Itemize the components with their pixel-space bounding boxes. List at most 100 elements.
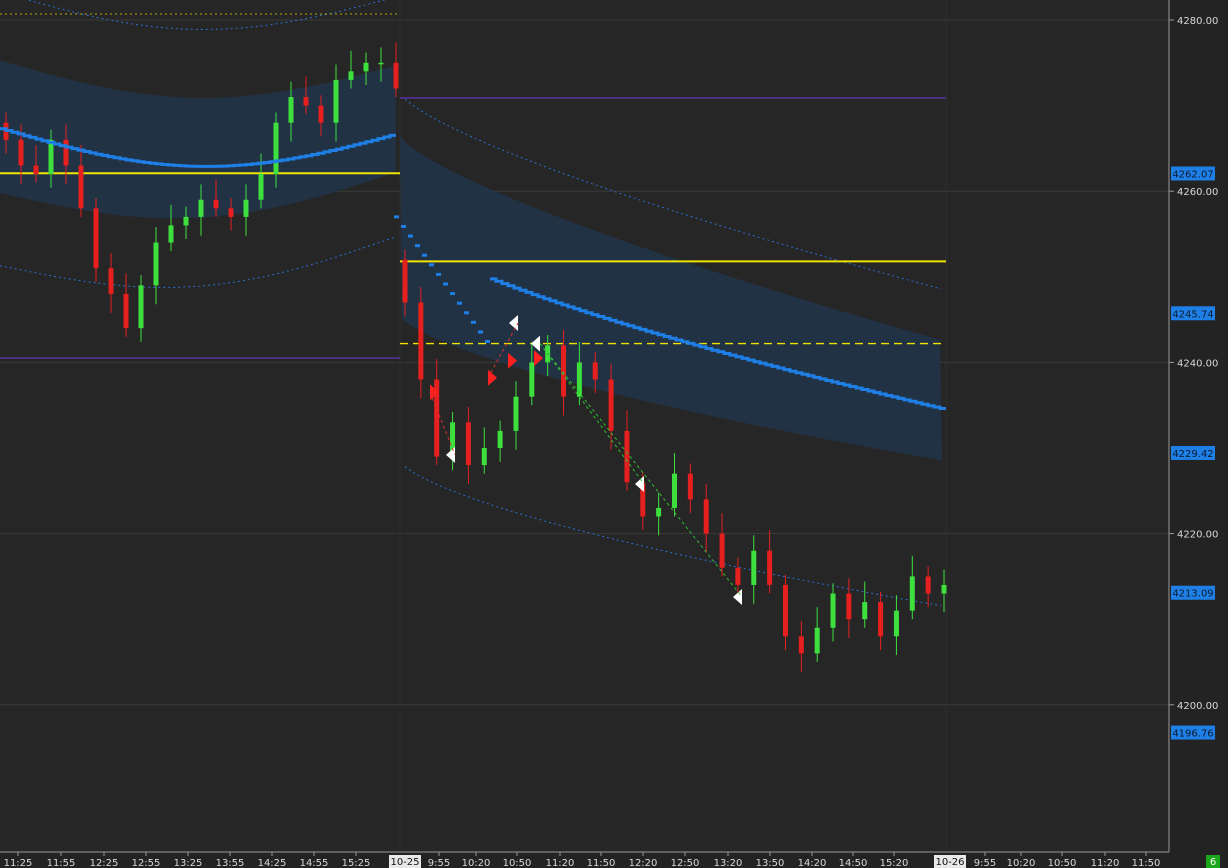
date-tag-label-1: 10-26 (935, 857, 964, 868)
time-day2-tick-label-10: 14:50 (839, 858, 868, 868)
candle-day1-body-4[interactable] (63, 139, 69, 166)
candle-day2-body-27[interactable] (830, 593, 836, 628)
price-axis-background (1169, 0, 1228, 852)
candle-day1-body-14[interactable] (213, 199, 219, 209)
price-tag-label-2[interactable]: 4229.42 (1172, 449, 1213, 460)
candle-day1-body-11[interactable] (168, 225, 174, 243)
candle-day1-body-26[interactable] (393, 62, 399, 89)
candle-day1-body-8[interactable] (123, 293, 129, 329)
outer-band-lower-day1 (0, 236, 397, 288)
candle-day2-body-10[interactable] (561, 345, 567, 397)
price-tag-label-3[interactable]: 4213.09 (1172, 589, 1213, 600)
time-day1-tick-label-4: 13:25 (174, 858, 203, 868)
candle-day1-body-7[interactable] (108, 268, 114, 294)
candle-day2-body-14[interactable] (624, 430, 630, 483)
time-day1-tick-label-5: 13:55 (216, 858, 245, 868)
price-tick-label-2: 4240.00 (1177, 358, 1218, 369)
candle-day2-body-0[interactable] (402, 259, 408, 303)
time-day2-tick-label-7: 13:20 (714, 858, 743, 868)
time-day2-tick-label-0: 9:55 (428, 858, 450, 868)
candle-day2-body-28[interactable] (846, 593, 852, 620)
time-day2-tick-label-9: 14:20 (798, 858, 827, 868)
candle-day2-body-31[interactable] (893, 610, 899, 637)
time-day3-tick-label-0: 9:55 (974, 858, 996, 868)
candle-day2-body-34[interactable] (941, 584, 947, 594)
candle-day1-body-23[interactable] (348, 71, 354, 80)
candle-day2-body-22[interactable] (751, 550, 757, 585)
price-axis[interactable] (1168, 0, 1228, 852)
candle-day2-body-30[interactable] (878, 602, 884, 637)
time-day3-tick-label-4: 11:50 (1132, 858, 1161, 868)
candle-day1-body-1[interactable] (18, 139, 24, 166)
price-tick-label-0: 4280.00 (1177, 16, 1218, 27)
price-tick-label-1: 4260.00 (1177, 187, 1218, 198)
candle-day2-body-18[interactable] (687, 473, 693, 500)
time-day1-tick-label-6: 14:25 (258, 858, 287, 868)
candle-day1-body-16[interactable] (243, 199, 249, 217)
candle-day1-body-15[interactable] (228, 208, 234, 217)
price-tag-label-1[interactable]: 4245.74 (1172, 309, 1213, 320)
candle-day1-body-12[interactable] (183, 216, 189, 226)
candle-day1-body-21[interactable] (318, 105, 324, 123)
candle-day2-body-1[interactable] (418, 302, 424, 380)
time-day1-tick-label-1: 11:55 (47, 858, 76, 868)
candle-day1-body-17[interactable] (258, 174, 264, 200)
time-day2-tick-label-8: 13:50 (756, 858, 785, 868)
time-day1-tick-label-3: 12:55 (132, 858, 161, 868)
candle-day2-body-6[interactable] (497, 430, 503, 448)
candle-day2-body-5[interactable] (481, 448, 487, 466)
candle-day2-body-19[interactable] (703, 499, 709, 534)
badge-label: 6 (1210, 857, 1216, 868)
time-day3-tick-label-3: 11:20 (1091, 858, 1120, 868)
candle-day1-body-9[interactable] (138, 285, 144, 329)
candle-day2-body-4[interactable] (465, 422, 471, 466)
candle-day1-body-25[interactable] (378, 62, 384, 65)
candle-day2-body-29[interactable] (862, 602, 868, 620)
time-day2-tick-label-4: 11:50 (587, 858, 616, 868)
candle-day1-body-10[interactable] (153, 242, 159, 286)
candle-day1-body-18[interactable] (273, 122, 279, 175)
time-day1-tick-label-8: 15:25 (342, 858, 371, 868)
connection-badge[interactable]: 6 (1206, 855, 1220, 868)
candle-day2-body-13[interactable] (608, 379, 614, 431)
candle-day2-body-23[interactable] (767, 550, 773, 585)
candle-day2-body-16[interactable] (656, 507, 662, 517)
candle-day2-body-20[interactable] (719, 533, 725, 568)
candle-day2-body-26[interactable] (814, 627, 820, 654)
date-tag-label-0: 10-25 (390, 857, 419, 868)
candle-day2-body-24[interactable] (782, 584, 788, 637)
candle-day2-body-33[interactable] (925, 576, 931, 594)
signal-marker-1[interactable] (488, 369, 497, 386)
trading-chart[interactable]: 4280.00 4260.00 4240.00 4220.00 4200.00 4262… (0, 0, 1228, 868)
price-tag-label-0[interactable]: 4262.07 (1172, 169, 1213, 180)
time-day2-tick-label-5: 12:20 (629, 858, 658, 868)
candle-day1-body-19[interactable] (288, 97, 294, 123)
time-day3-tick-label-2: 10:50 (1048, 858, 1077, 868)
time-day2-tick-label-3: 11:20 (546, 858, 575, 868)
outer-band-upper-day1 (26, 0, 387, 31)
time-day1-tick-label-2: 12:25 (90, 858, 119, 868)
time-day2-tick-label-1: 10:20 (462, 858, 491, 868)
candle-day2-body-12[interactable] (592, 362, 598, 380)
candle-day1-body-22[interactable] (333, 79, 339, 123)
candle-day2-body-25[interactable] (798, 636, 804, 654)
vwap-band-day2 (400, 135, 942, 461)
price-tick-label-4: 4200.00 (1177, 701, 1218, 712)
candle-day1-body-5[interactable] (78, 165, 84, 209)
time-day2-tick-label-6: 12:50 (671, 858, 700, 868)
signal-marker-7[interactable] (635, 475, 644, 492)
candle-day1-body-20[interactable] (303, 97, 309, 106)
candle-day1-body-2[interactable] (33, 165, 39, 175)
candle-day2-body-7[interactable] (513, 396, 519, 431)
candle-day2-body-8[interactable] (529, 362, 535, 397)
candle-day2-body-17[interactable] (672, 473, 677, 508)
price-tick-label-3: 4220.00 (1177, 530, 1218, 541)
candle-day2-body-32[interactable] (909, 576, 915, 611)
time-day1-tick-label-7: 14:55 (300, 858, 329, 868)
candle-day2-body-21[interactable] (735, 567, 741, 585)
candle-day1-body-13[interactable] (198, 199, 204, 217)
candle-day1-body-6[interactable] (93, 208, 99, 269)
time-day1-tick-label-0: 11:25 (4, 858, 33, 868)
price-tag-label-4[interactable]: 4196.76 (1172, 729, 1213, 740)
candle-day1-body-24[interactable] (363, 62, 369, 72)
